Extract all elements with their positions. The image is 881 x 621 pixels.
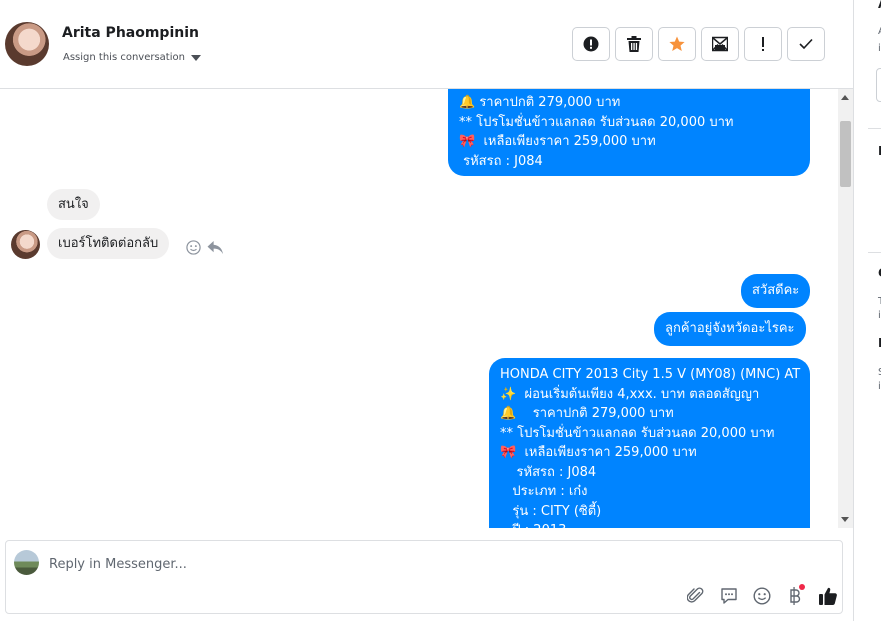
caret-down-icon [190, 54, 201, 61]
chat-bubble-icon [721, 588, 737, 604]
message-actions [186, 240, 224, 255]
envelope-icon [712, 36, 728, 52]
notification-dot [799, 584, 805, 590]
conversation-header: Arita Phaompinin Assign this conversatio… [0, 0, 853, 89]
saved-replies-button[interactable] [717, 584, 741, 608]
reply-composer [5, 540, 843, 614]
mark-done-button[interactable] [787, 27, 825, 61]
message-bubble-outgoing[interactable]: สวัสดีคะ [741, 274, 811, 308]
reply-arrow-icon[interactable] [207, 240, 224, 255]
paperclip-icon [687, 587, 704, 603]
react-smiley-icon[interactable] [186, 240, 201, 255]
conversation-toolbar [572, 27, 825, 61]
reply-input[interactable] [49, 554, 749, 574]
customer-details-panel: A A i F C T i D S i [853, 0, 881, 621]
emoji-button[interactable] [750, 584, 774, 608]
trash-icon [627, 36, 641, 52]
check-icon [799, 38, 813, 50]
mark-spam-button[interactable] [572, 27, 610, 61]
panel-input[interactable] [876, 68, 881, 102]
scroll-up-arrow-icon[interactable] [841, 95, 849, 100]
thread-scrollbar[interactable] [838, 89, 853, 528]
scrollbar-thumb[interactable] [840, 121, 851, 187]
message-bubble-outgoing[interactable]: ลูกค้าอยู่จังหวัดอะไรคะ [654, 312, 806, 346]
contact-avatar[interactable] [5, 22, 49, 66]
alert-circle-icon [583, 36, 599, 52]
message-bubble-outgoing[interactable]: HONDA CITY 2013 City 1.5 V (MY08) (MNC) … [489, 358, 810, 528]
smiley-icon [753, 587, 771, 605]
delete-button[interactable] [615, 27, 653, 61]
panel-text: i [878, 310, 881, 321]
panel-text: i [878, 381, 881, 392]
message-bubble-incoming[interactable]: สนใจ [47, 189, 100, 220]
exclamation-icon [762, 37, 764, 51]
scroll-down-arrow-icon[interactable] [841, 517, 849, 522]
page-avatar [14, 550, 39, 575]
star-button[interactable] [658, 27, 696, 61]
divider [868, 252, 881, 253]
message-bubble-incoming[interactable]: เบอร์โทติดต่อกลับ [47, 228, 170, 259]
message-bubble-outgoing[interactable]: 🔔 ราคาปกติ 279,000 บาท ** โปรโมชั่นข้าวแ… [448, 89, 810, 176]
mark-unread-button[interactable] [701, 27, 739, 61]
assign-conversation-dropdown[interactable]: Assign this conversation [63, 52, 201, 63]
composer-tools [684, 584, 840, 608]
payment-button[interactable] [783, 584, 807, 608]
thumbs-up-icon [819, 587, 837, 605]
messenger-inbox: Arita Phaompinin Assign this conversatio… [0, 0, 881, 621]
panel-text: i [878, 43, 881, 54]
message-thread[interactable]: 🔔 ราคาปกติ 279,000 บาท ** โปรโมชั่นข้าวแ… [0, 89, 838, 528]
divider [868, 128, 881, 129]
important-button[interactable] [744, 27, 782, 61]
star-icon [669, 36, 685, 51]
contact-avatar-small [11, 230, 40, 259]
assign-label: Assign this conversation [63, 52, 185, 63]
attach-button[interactable] [684, 584, 708, 608]
contact-name[interactable]: Arita Phaompinin [62, 25, 199, 41]
send-like-button[interactable] [816, 584, 840, 608]
